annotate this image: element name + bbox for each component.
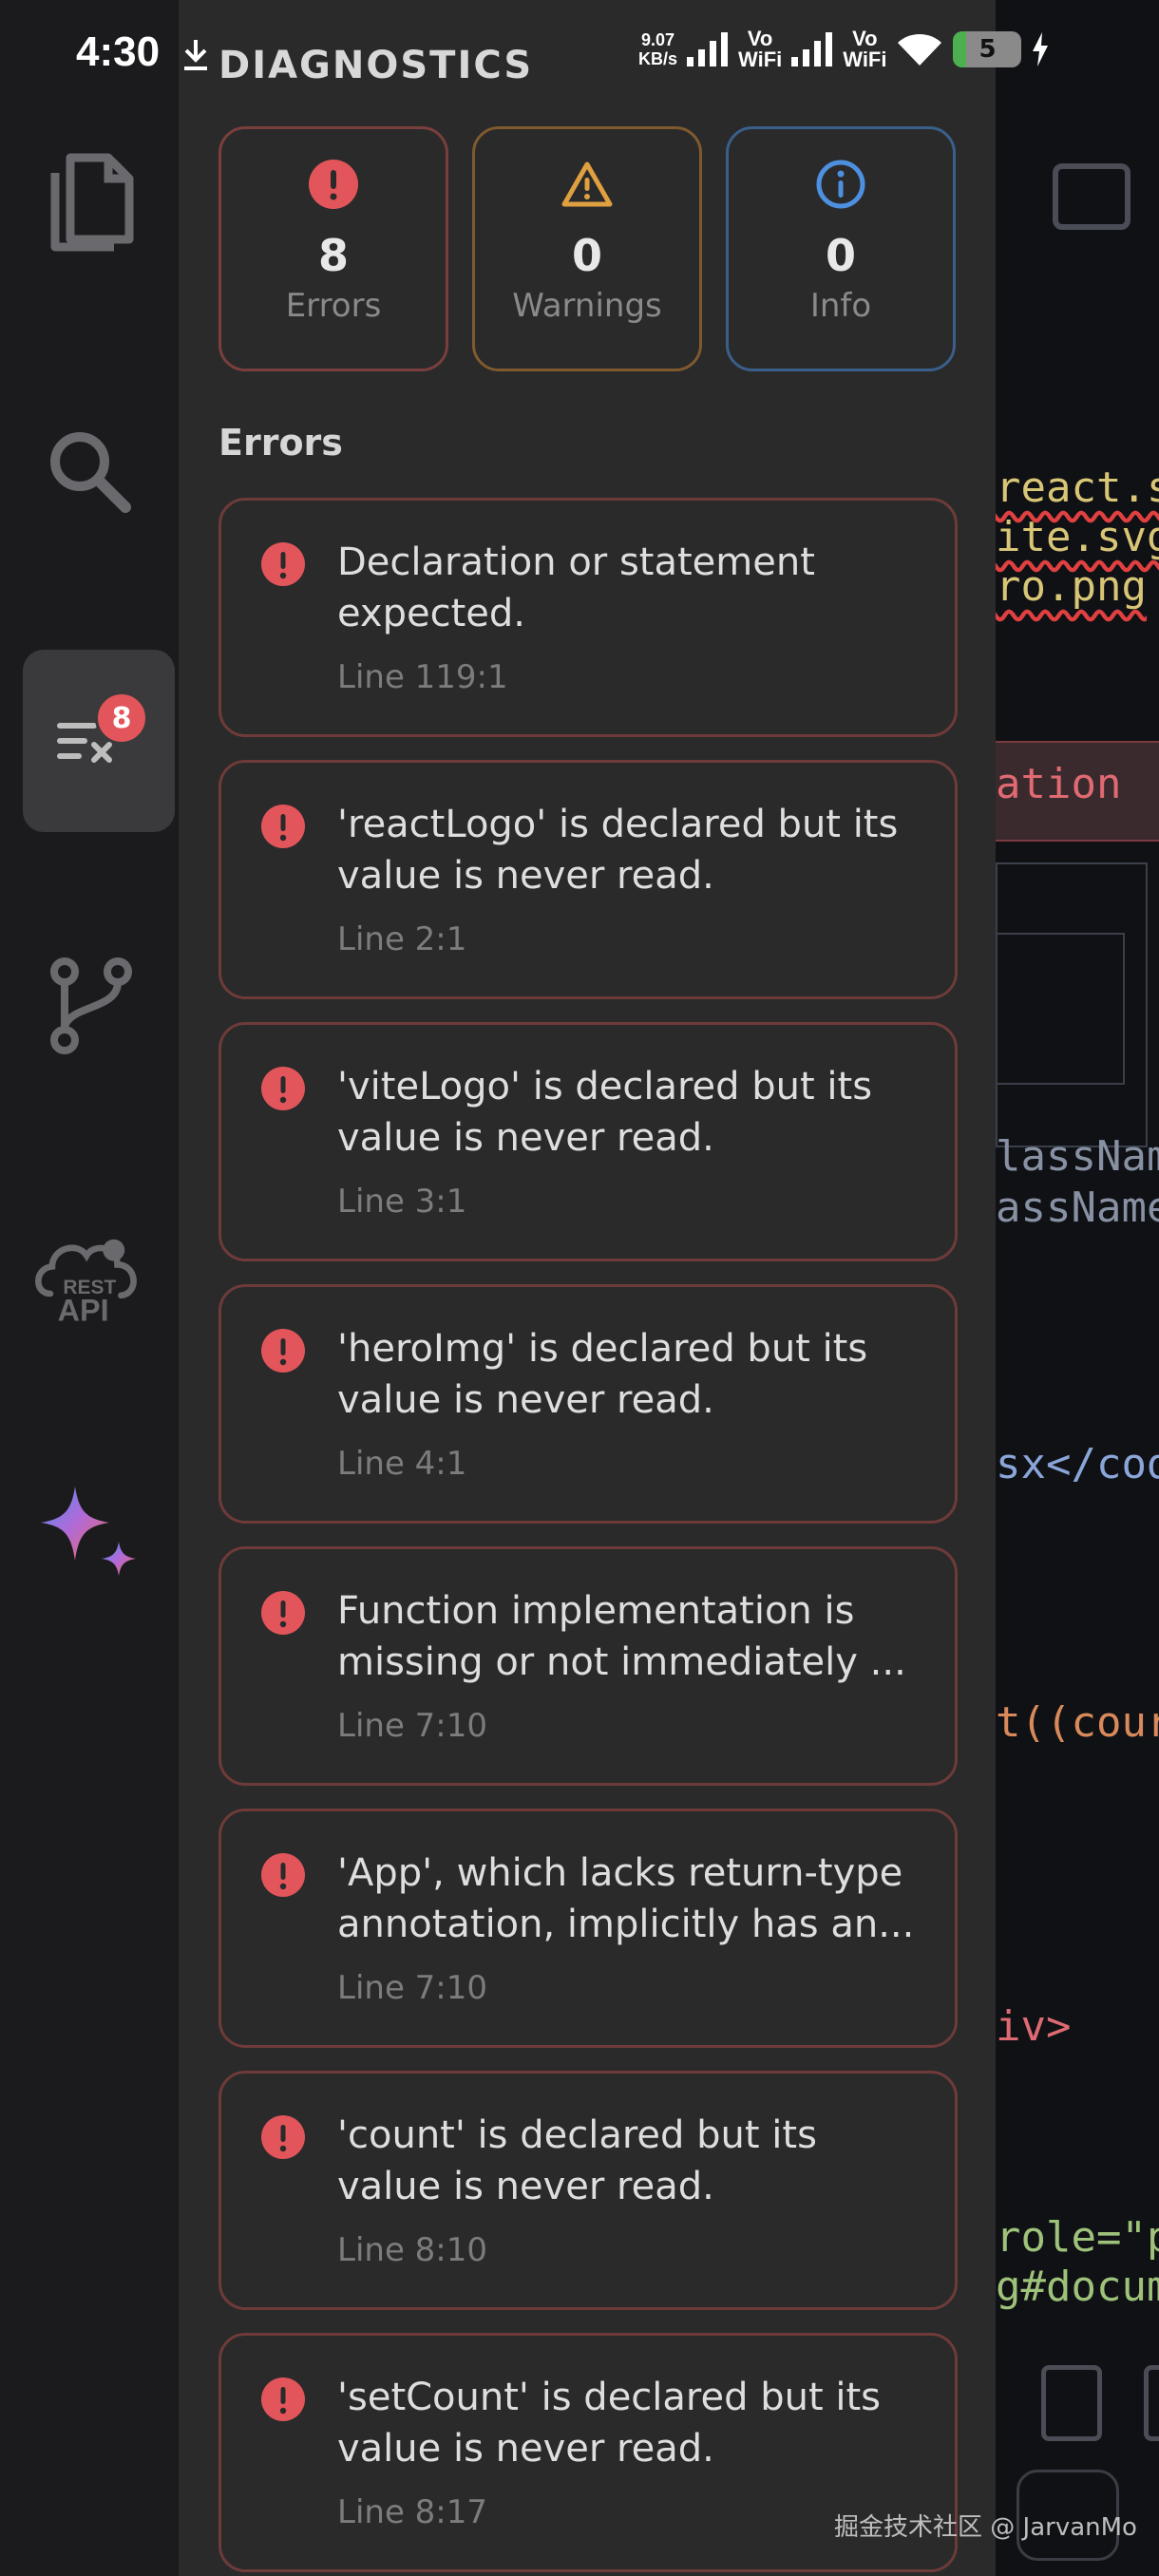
signal-icon xyxy=(687,32,729,66)
vowifi-line: Vo xyxy=(852,27,878,50)
error-item[interactable]: 'heroImg' is declared but its value is n… xyxy=(218,1284,958,1524)
code-line: react.s xyxy=(996,464,1159,512)
error-message: Function implementation is missing or no… xyxy=(337,1589,906,1684)
error-item[interactable]: 'count' is declared but its value is nev… xyxy=(218,2071,958,2310)
net-speed-value: 9.07 xyxy=(640,30,675,49)
code-line: ation xyxy=(996,760,1122,808)
error-icon xyxy=(261,542,305,586)
info-label: Info xyxy=(809,287,872,325)
error-message: 'setCount' is declared but its value is … xyxy=(337,2376,881,2471)
net-speed-unit: KB/s xyxy=(638,49,678,68)
error-icon xyxy=(261,1853,305,1897)
error-location: Line 7:10 xyxy=(337,1707,488,1745)
error-location: Line 2:1 xyxy=(337,920,467,958)
error-message: 'reactLogo' is declared but its value is… xyxy=(337,803,899,898)
warning-icon xyxy=(560,158,614,211)
code-line: iv> xyxy=(996,2002,1072,2051)
files-icon[interactable] xyxy=(30,142,148,260)
error-location: Line 4:1 xyxy=(337,1445,467,1483)
battery-indicator: 5 xyxy=(953,31,1022,67)
errors-section-title: Errors xyxy=(218,422,343,464)
vowifi-line: WiFi xyxy=(738,47,783,71)
error-location: Line 3:1 xyxy=(337,1183,467,1221)
error-message: 'heroImg' is declared but its value is n… xyxy=(337,1327,868,1422)
error-icon xyxy=(261,2115,305,2159)
panel-title: DIAGNOSTICS xyxy=(218,44,534,87)
errors-summary-card[interactable]: 8 Errors xyxy=(218,126,448,371)
warnings-summary-card[interactable]: 0 Warnings xyxy=(472,126,702,371)
vowifi-indicator: Vo WiFi xyxy=(738,28,782,70)
status-time: 4:30 xyxy=(76,28,161,75)
source-control-icon[interactable] xyxy=(30,946,148,1064)
code-line: ite.svg xyxy=(996,513,1159,561)
code-line: lassNam xyxy=(996,1132,1159,1181)
battery-level: 5 xyxy=(978,35,997,64)
error-location: Line 7:10 xyxy=(337,1969,488,2007)
api-label: API xyxy=(58,1294,109,1325)
charging-icon xyxy=(1033,32,1049,66)
warnings-count: 0 xyxy=(571,230,602,281)
info-count: 0 xyxy=(825,230,856,281)
signal-icon xyxy=(791,32,833,66)
info-icon xyxy=(814,158,867,211)
watermark: 掘金技术社区 @ JarvanMo xyxy=(834,2513,1137,2542)
vowifi-line: WiFi xyxy=(843,47,887,71)
code-preview-inner-box xyxy=(996,933,1125,1085)
code-line: sx</cod xyxy=(996,1440,1159,1488)
error-message: 'viteLogo' is declared but its value is … xyxy=(337,1065,873,1160)
error-message: 'App', which lacks return-type annotatio… xyxy=(337,1851,915,1946)
error-item[interactable]: 'App', which lacks return-type annotatio… xyxy=(218,1809,958,2048)
vowifi-line: Vo xyxy=(747,27,773,50)
code-editor-background: react.s ite.svg ro.png ation lassNam ass… xyxy=(996,0,1159,2576)
error-message: 'count' is declared but its value is nev… xyxy=(337,2113,817,2208)
status-icons: 9.07 KB/s Vo WiFi Vo WiFi 5 xyxy=(638,28,1050,70)
download-icon xyxy=(184,40,207,70)
error-location: Line 8:17 xyxy=(337,2493,488,2531)
code-line: assName xyxy=(996,1184,1159,1232)
activity-rail: 8 REST API xyxy=(0,0,179,2576)
errors-label: Errors xyxy=(285,287,382,325)
code-line: t((cour xyxy=(996,1698,1159,1747)
error-location: Line 119:1 xyxy=(337,658,508,696)
error-item[interactable]: Function implementation is missing or no… xyxy=(218,1546,958,1786)
wifi-icon xyxy=(898,34,942,66)
error-item[interactable]: 'reactLogo' is declared but its value is… xyxy=(218,760,958,999)
warnings-label: Warnings xyxy=(512,287,662,325)
clipboard-icon[interactable] xyxy=(1041,2365,1102,2441)
error-icon xyxy=(261,1329,305,1373)
code-line: ro.png xyxy=(996,562,1147,611)
error-icon xyxy=(261,1067,305,1110)
error-item[interactable]: Declaration or statement expected. Line … xyxy=(218,498,958,737)
error-icon xyxy=(261,1591,305,1635)
code-line: g#docum xyxy=(996,2263,1159,2311)
terminal-icon[interactable] xyxy=(1053,163,1130,230)
error-icon xyxy=(261,2377,305,2421)
error-message: Declaration or statement expected. xyxy=(337,540,815,635)
error-location: Line 8:10 xyxy=(337,2231,488,2269)
vowifi-indicator: Vo WiFi xyxy=(843,28,886,70)
diagnostics-badge: 8 xyxy=(95,691,148,745)
error-item[interactable]: 'viteLogo' is declared but its value is … xyxy=(218,1022,958,1261)
error-icon xyxy=(307,158,360,211)
code-line: role="p xyxy=(996,2213,1159,2262)
toolbar-icon[interactable] xyxy=(1144,2365,1159,2441)
error-icon xyxy=(261,805,305,848)
search-icon[interactable] xyxy=(30,412,148,530)
info-summary-card[interactable]: 0 Info xyxy=(726,126,956,371)
errors-count: 8 xyxy=(317,230,349,281)
ai-sparkle-icon[interactable] xyxy=(30,1472,148,1590)
net-speed: 9.07 KB/s xyxy=(638,30,677,68)
rest-api-icon[interactable]: REST API xyxy=(30,1214,148,1332)
